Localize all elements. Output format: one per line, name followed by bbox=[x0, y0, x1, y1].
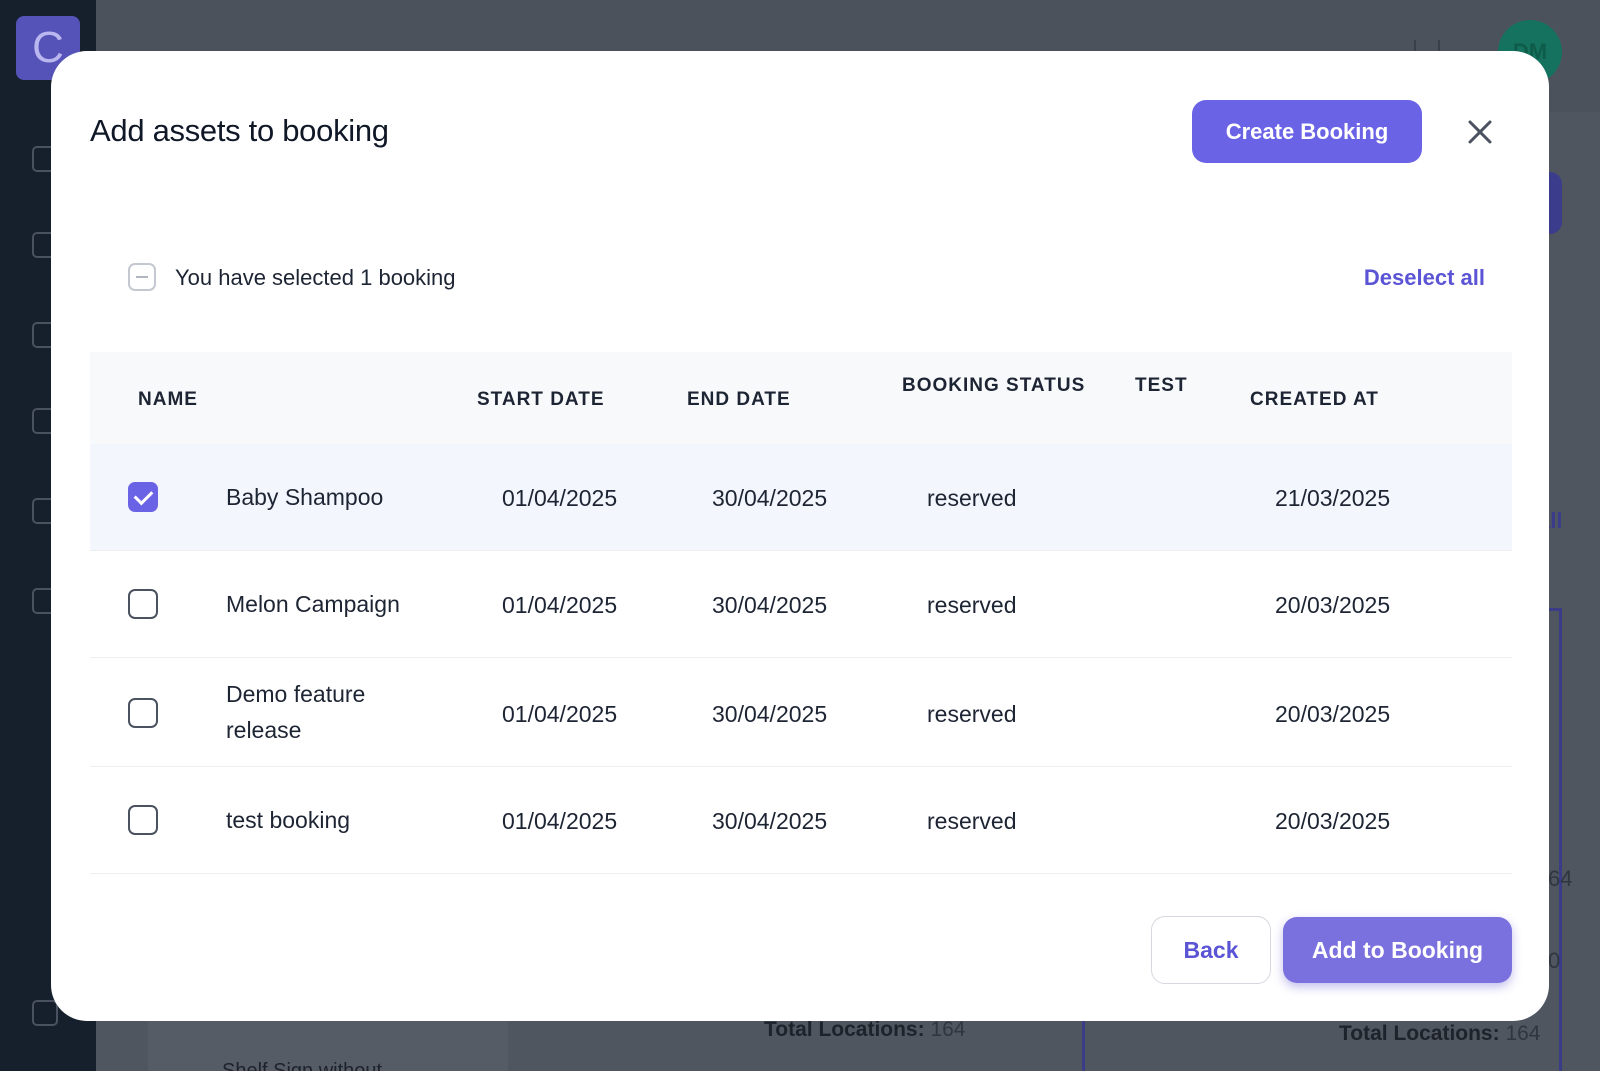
close-icon[interactable] bbox=[1461, 113, 1499, 151]
booking-status: reserved bbox=[927, 808, 1017, 834]
row-checkbox[interactable] bbox=[128, 482, 158, 512]
created-at: 20/03/2025 bbox=[1275, 592, 1391, 618]
booking-status: reserved bbox=[927, 485, 1017, 511]
create-booking-button[interactable]: Create Booking bbox=[1192, 100, 1422, 163]
created-at: 20/03/2025 bbox=[1275, 808, 1391, 834]
column-header-booking-status[interactable]: BOOKING STATUS bbox=[902, 375, 1085, 397]
total-locations-label: Total Locations: bbox=[764, 1018, 925, 1041]
column-header-created-at[interactable]: CREATED AT bbox=[1250, 389, 1379, 411]
column-header-start-date[interactable]: START DATE bbox=[477, 389, 605, 411]
selection-count-text: You have selected 1 booking bbox=[175, 265, 456, 290]
row-checkbox[interactable] bbox=[128, 698, 158, 728]
total-locations-label: Total Locations: bbox=[1339, 1022, 1500, 1045]
background-number: 0 bbox=[1548, 948, 1561, 973]
table-row[interactable]: Baby Shampoo 01/04/2025 30/04/2025 reser… bbox=[90, 444, 1512, 551]
end-date: 30/04/2025 bbox=[712, 485, 828, 511]
booking-name: Demo feature release bbox=[226, 681, 366, 743]
booking-status: reserved bbox=[927, 701, 1017, 727]
end-date: 30/04/2025 bbox=[712, 592, 828, 618]
bookings-table: NAME START DATE END DATE BOOKING STATUS … bbox=[90, 352, 1512, 874]
end-date: 30/04/2025 bbox=[712, 701, 828, 727]
background-card-text: Shelf Sign without bbox=[222, 1060, 383, 1071]
deselect-all-button[interactable]: Deselect all bbox=[1364, 265, 1485, 291]
table-row[interactable]: test booking 01/04/2025 30/04/2025 reser… bbox=[90, 767, 1512, 874]
start-date: 01/04/2025 bbox=[502, 808, 618, 834]
add-assets-modal: Add assets to booking Create Booking You… bbox=[51, 51, 1549, 1021]
add-to-booking-button[interactable]: Add to Booking bbox=[1283, 917, 1512, 983]
modal-title: Add assets to booking bbox=[90, 113, 389, 148]
table-row[interactable]: Melon Campaign 01/04/2025 30/04/2025 res… bbox=[90, 551, 1512, 658]
sidebar-logout-icon[interactable] bbox=[32, 1000, 58, 1026]
booking-status: reserved bbox=[927, 592, 1017, 618]
back-button[interactable]: Back bbox=[1151, 916, 1271, 984]
column-header-test[interactable]: TEST bbox=[1135, 375, 1188, 397]
total-locations-value: 164 bbox=[1505, 1022, 1541, 1045]
selection-bar: You have selected 1 booking Deselect all bbox=[128, 257, 1518, 297]
row-checkbox[interactable] bbox=[128, 805, 158, 835]
background-total-locations: Total Locations: 164 bbox=[764, 1018, 966, 1042]
created-at: 20/03/2025 bbox=[1275, 701, 1391, 727]
select-all-checkbox[interactable] bbox=[128, 263, 156, 291]
start-date: 01/04/2025 bbox=[502, 701, 618, 727]
background-total-locations: Total Locations: 164 bbox=[1339, 1022, 1541, 1046]
end-date: 30/04/2025 bbox=[712, 808, 828, 834]
row-checkbox[interactable] bbox=[128, 589, 158, 619]
booking-name: Baby Shampoo bbox=[226, 484, 384, 510]
background-number: 64 bbox=[1548, 866, 1573, 891]
booking-name: Melon Campaign bbox=[226, 591, 400, 617]
start-date: 01/04/2025 bbox=[502, 592, 618, 618]
column-header-name[interactable]: NAME bbox=[138, 389, 198, 411]
table-header: NAME START DATE END DATE BOOKING STATUS … bbox=[90, 352, 1512, 444]
booking-name: test booking bbox=[226, 807, 351, 833]
created-at: 21/03/2025 bbox=[1275, 485, 1391, 511]
column-header-end-date[interactable]: END DATE bbox=[687, 389, 791, 411]
table-row[interactable]: Demo feature release 01/04/2025 30/04/20… bbox=[90, 658, 1512, 767]
total-locations-value: 164 bbox=[930, 1018, 966, 1041]
start-date: 01/04/2025 bbox=[502, 485, 618, 511]
